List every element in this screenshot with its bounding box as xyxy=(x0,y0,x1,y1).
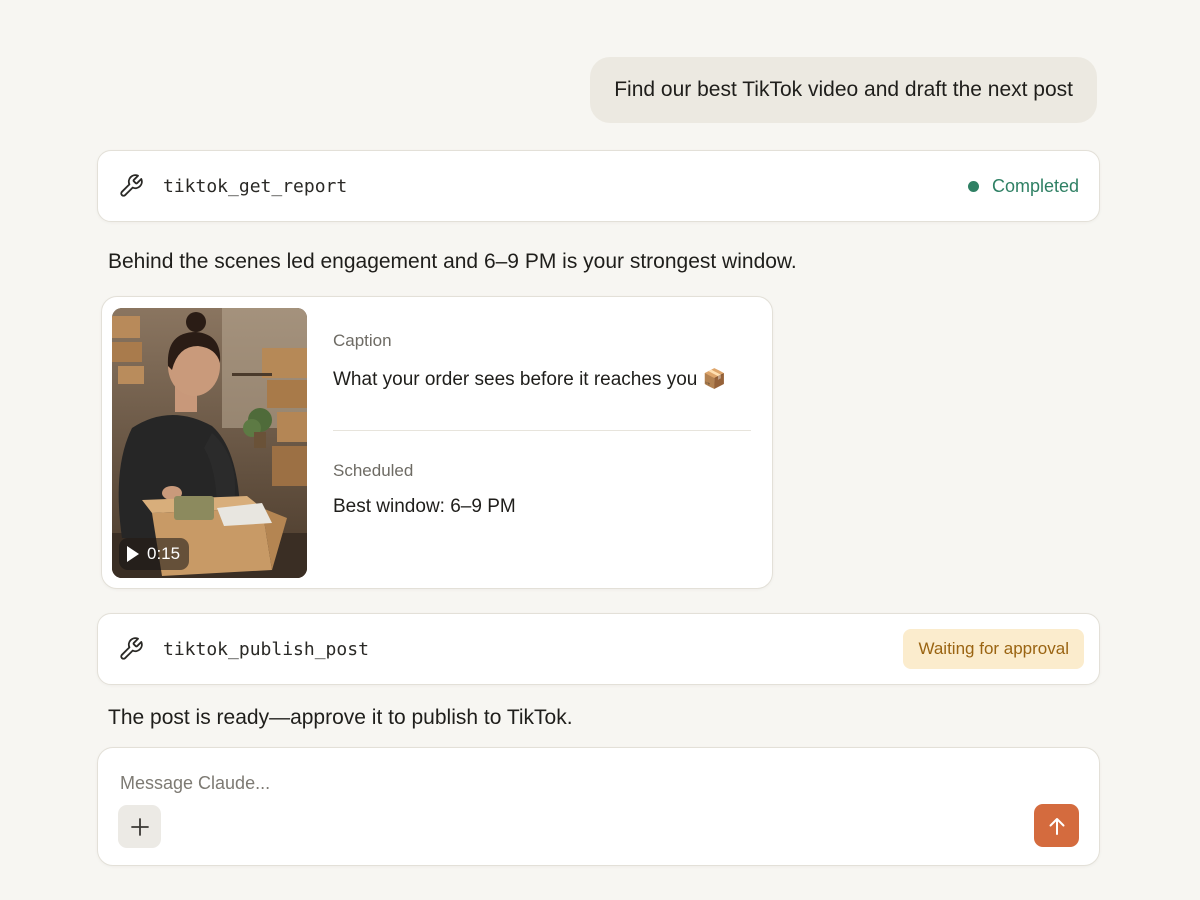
video-duration-badge: 0:15 xyxy=(119,538,190,570)
status-badge-waiting: Waiting for approval xyxy=(903,629,1084,669)
scheduled-value: Best window: 6–9 PM xyxy=(333,496,516,517)
video-thumbnail[interactable]: 0:15 xyxy=(112,308,307,578)
wrench-icon xyxy=(120,174,143,197)
post-draft-card: 0:15 Caption What your order sees before… xyxy=(101,296,773,589)
tool-name: tiktok_publish_post xyxy=(163,638,369,660)
tool-name: tiktok_get_report xyxy=(163,175,348,197)
status-badge-completed: Completed xyxy=(967,175,1079,197)
plus-icon xyxy=(130,817,149,836)
wrench-icon xyxy=(120,637,143,660)
assistant-message: The post is ready—approve it to publish … xyxy=(108,706,573,729)
caption-label: Caption xyxy=(333,331,392,350)
status-dot-icon xyxy=(967,180,979,192)
video-duration: 0:15 xyxy=(147,544,181,563)
assistant-message: Behind the scenes led engagement and 6–9… xyxy=(108,250,797,273)
tool-call-publish-post[interactable]: tiktok_publish_post Waiting for approval xyxy=(97,613,1100,685)
card-divider xyxy=(333,430,751,431)
scheduled-label: Scheduled xyxy=(333,461,414,480)
message-composer xyxy=(97,747,1100,866)
caption-value: What your order sees before it reaches y… xyxy=(333,369,727,390)
user-message-text: Find our best TikTok video and draft the… xyxy=(614,78,1073,101)
tool-call-get-report[interactable]: tiktok_get_report Completed xyxy=(97,150,1100,222)
arrow-up-icon xyxy=(1049,817,1064,835)
play-icon xyxy=(127,546,139,562)
user-message: Find our best TikTok video and draft the… xyxy=(590,57,1097,123)
status-label: Completed xyxy=(991,175,1079,196)
message-input[interactable] xyxy=(120,768,1000,798)
add-attachment-button[interactable] xyxy=(118,805,161,848)
send-button[interactable] xyxy=(1034,804,1079,847)
